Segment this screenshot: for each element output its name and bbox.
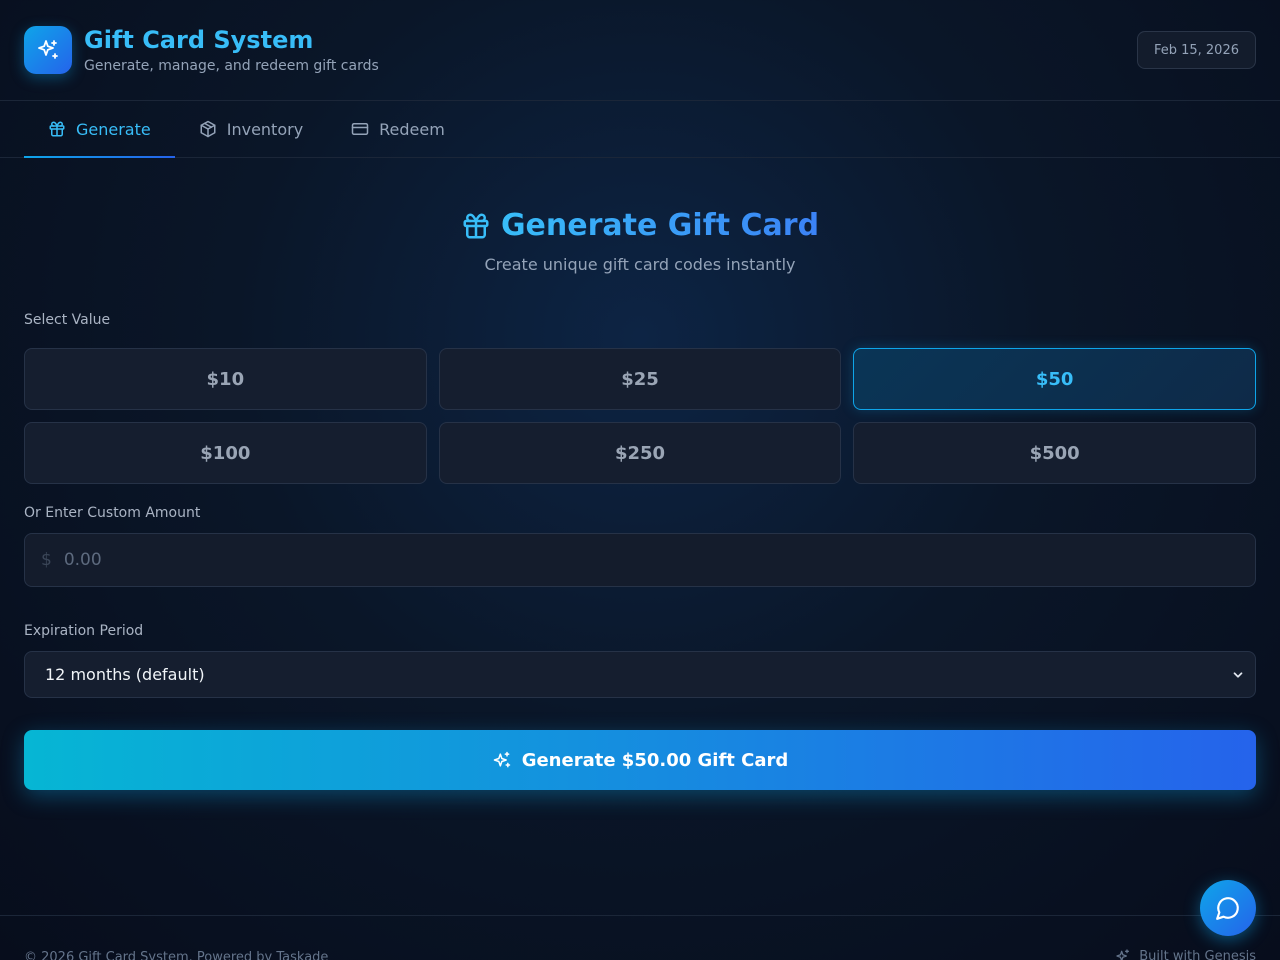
value-button-500[interactable]: $500 [853, 422, 1256, 484]
value-button-250[interactable]: $250 [438, 422, 842, 484]
tab-bar: Generate Inventory Redeem [0, 101, 1280, 158]
value-button-100[interactable]: $100 [24, 422, 427, 484]
custom-amount-field: $ [24, 533, 1256, 587]
expiration-select[interactable]: 12 months (default) [24, 651, 1256, 698]
page-heading: Generate Gift Card [24, 208, 1256, 243]
page-subtitle: Create unique gift card codes instantly [484, 255, 796, 274]
app-header: Gift Card System Generate, manage, and r… [0, 0, 1280, 101]
credit-card-icon [351, 120, 369, 138]
tab-generate[interactable]: Generate [24, 101, 175, 158]
tab-inventory[interactable]: Inventory [175, 101, 327, 157]
chat-bubble-icon [1215, 895, 1241, 921]
gift-icon [48, 120, 66, 138]
custom-amount-input[interactable] [63, 550, 1255, 570]
value-button-50[interactable]: $50 [853, 348, 1256, 410]
tab-label: Inventory [226, 119, 304, 139]
page-title: Generate Gift Card [500, 208, 820, 243]
footer-copyright: © 2026 Gift Card System. Powered by Task… [24, 950, 329, 960]
currency-symbol: $ [41, 550, 52, 570]
gift-icon [461, 211, 491, 241]
generate-button-label: Generate $50.00 Gift Card [521, 749, 789, 771]
app-subtitle: Generate, manage, and redeem gift cards [84, 58, 379, 74]
chevron-down-icon [1231, 668, 1245, 682]
package-icon [199, 120, 217, 138]
sparkles-icon [492, 750, 512, 770]
sparkles-icon [1115, 948, 1131, 960]
tab-label: Redeem [379, 119, 445, 139]
footer-built-with[interactable]: Built with Genesis [1115, 948, 1256, 960]
app-title: Gift Card System [84, 26, 314, 54]
value-button-25[interactable]: $25 [438, 348, 842, 410]
footer-built-with-label: Built with Genesis [1139, 948, 1256, 960]
expiration-selected-value: 12 months (default) [45, 665, 205, 684]
generate-button[interactable]: Generate $50.00 Gift Card [24, 730, 1256, 790]
expiration-label: Expiration Period [24, 623, 144, 639]
tab-label: Generate [76, 119, 151, 139]
value-button-10[interactable]: $10 [24, 348, 427, 410]
custom-amount-label: Or Enter Custom Amount [24, 505, 201, 521]
sparkles-icon [24, 26, 72, 74]
footer: © 2026 Gift Card System. Powered by Task… [0, 915, 1280, 960]
tab-redeem[interactable]: Redeem [327, 101, 469, 157]
select-value-label: Select Value [24, 312, 111, 328]
value-grid: $10 $25 $50 $100 $250 $500 [24, 348, 1256, 484]
chat-button[interactable] [1200, 880, 1256, 936]
date-badge: Feb 15, 2026 [1136, 31, 1256, 69]
main-content: Generate Gift Card Create unique gift ca… [0, 208, 1280, 790]
